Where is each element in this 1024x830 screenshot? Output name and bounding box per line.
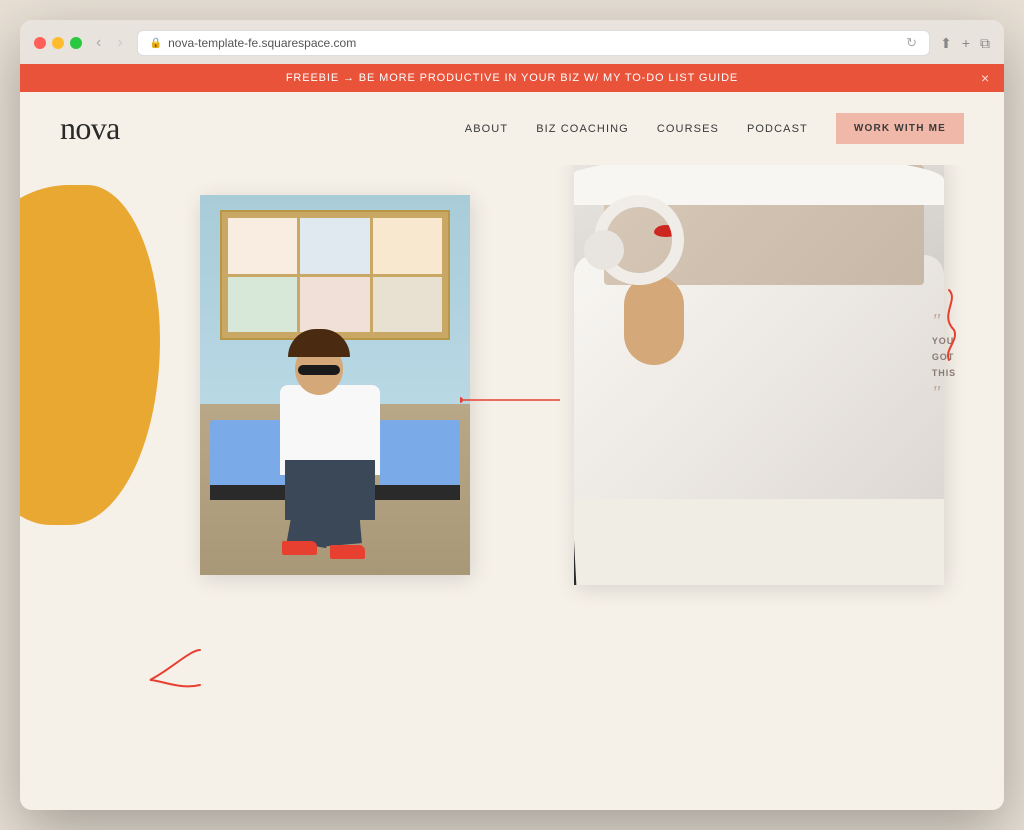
nav-links: ABOUT BIZ COACHING COURSES PODCAST WORK … [465,113,964,144]
new-tab-icon[interactable]: + [962,35,970,52]
photo-woman-sitting [200,195,470,575]
quote-close-mark: " [932,382,956,405]
red-connector-line [460,390,560,410]
url-text: nova-template-fe.squarespace.com [168,36,356,50]
nav-link-courses[interactable]: COURSES [657,123,719,135]
minimize-button[interactable] [52,37,64,49]
nav-link-about[interactable]: ABOUT [465,123,508,135]
browser-chrome: ‹ › 🔒 nova-template-fe.squarespace.com ↻… [20,20,1004,64]
traffic-lights [34,37,82,49]
browser-window: ‹ › 🔒 nova-template-fe.squarespace.com ↻… [20,20,1004,810]
browser-nav: ‹ › [92,32,127,54]
nav-back-icon[interactable]: ‹ [92,32,105,54]
lock-icon: 🔒 [150,38,162,49]
browser-actions: ⬆ + ⧉ [940,35,990,52]
site-logo[interactable]: nova [60,110,465,147]
squiggle-left-decoration [140,640,220,700]
nav-forward-icon[interactable]: › [113,32,126,54]
nav-link-podcast[interactable]: PODCAST [747,123,808,135]
work-with-me-button[interactable]: WORK WITH ME [836,113,964,144]
share-icon[interactable]: ⬆ [940,35,952,52]
site-navigation: nova ABOUT BIZ COACHING COURSES PODCAST … [20,92,1004,165]
quote-line-3: THIS [932,365,956,381]
tabs-icon[interactable]: ⧉ [980,35,990,52]
close-button[interactable] [34,37,46,49]
website: FREEBIE → BE MORE PRODUCTIVE IN YOUR BIZ… [20,64,1004,810]
announcement-banner: FREEBIE → BE MORE PRODUCTIVE IN YOUR BIZ… [20,64,1004,92]
photo-woman-headphones [574,165,944,585]
main-content: " YOU GOT THIS " [20,165,1004,810]
nav-link-biz-coaching[interactable]: BIZ COACHING [536,123,629,135]
banner-text: FREEBIE → BE MORE PRODUCTIVE IN YOUR BIZ… [286,72,738,84]
orange-blob-decoration [20,185,160,525]
address-bar[interactable]: 🔒 nova-template-fe.squarespace.com ↻ [137,30,930,56]
maximize-button[interactable] [70,37,82,49]
banner-close-button[interactable]: × [981,70,990,86]
reload-icon[interactable]: ↻ [906,35,917,51]
squiggle-right-decoration [924,285,974,365]
